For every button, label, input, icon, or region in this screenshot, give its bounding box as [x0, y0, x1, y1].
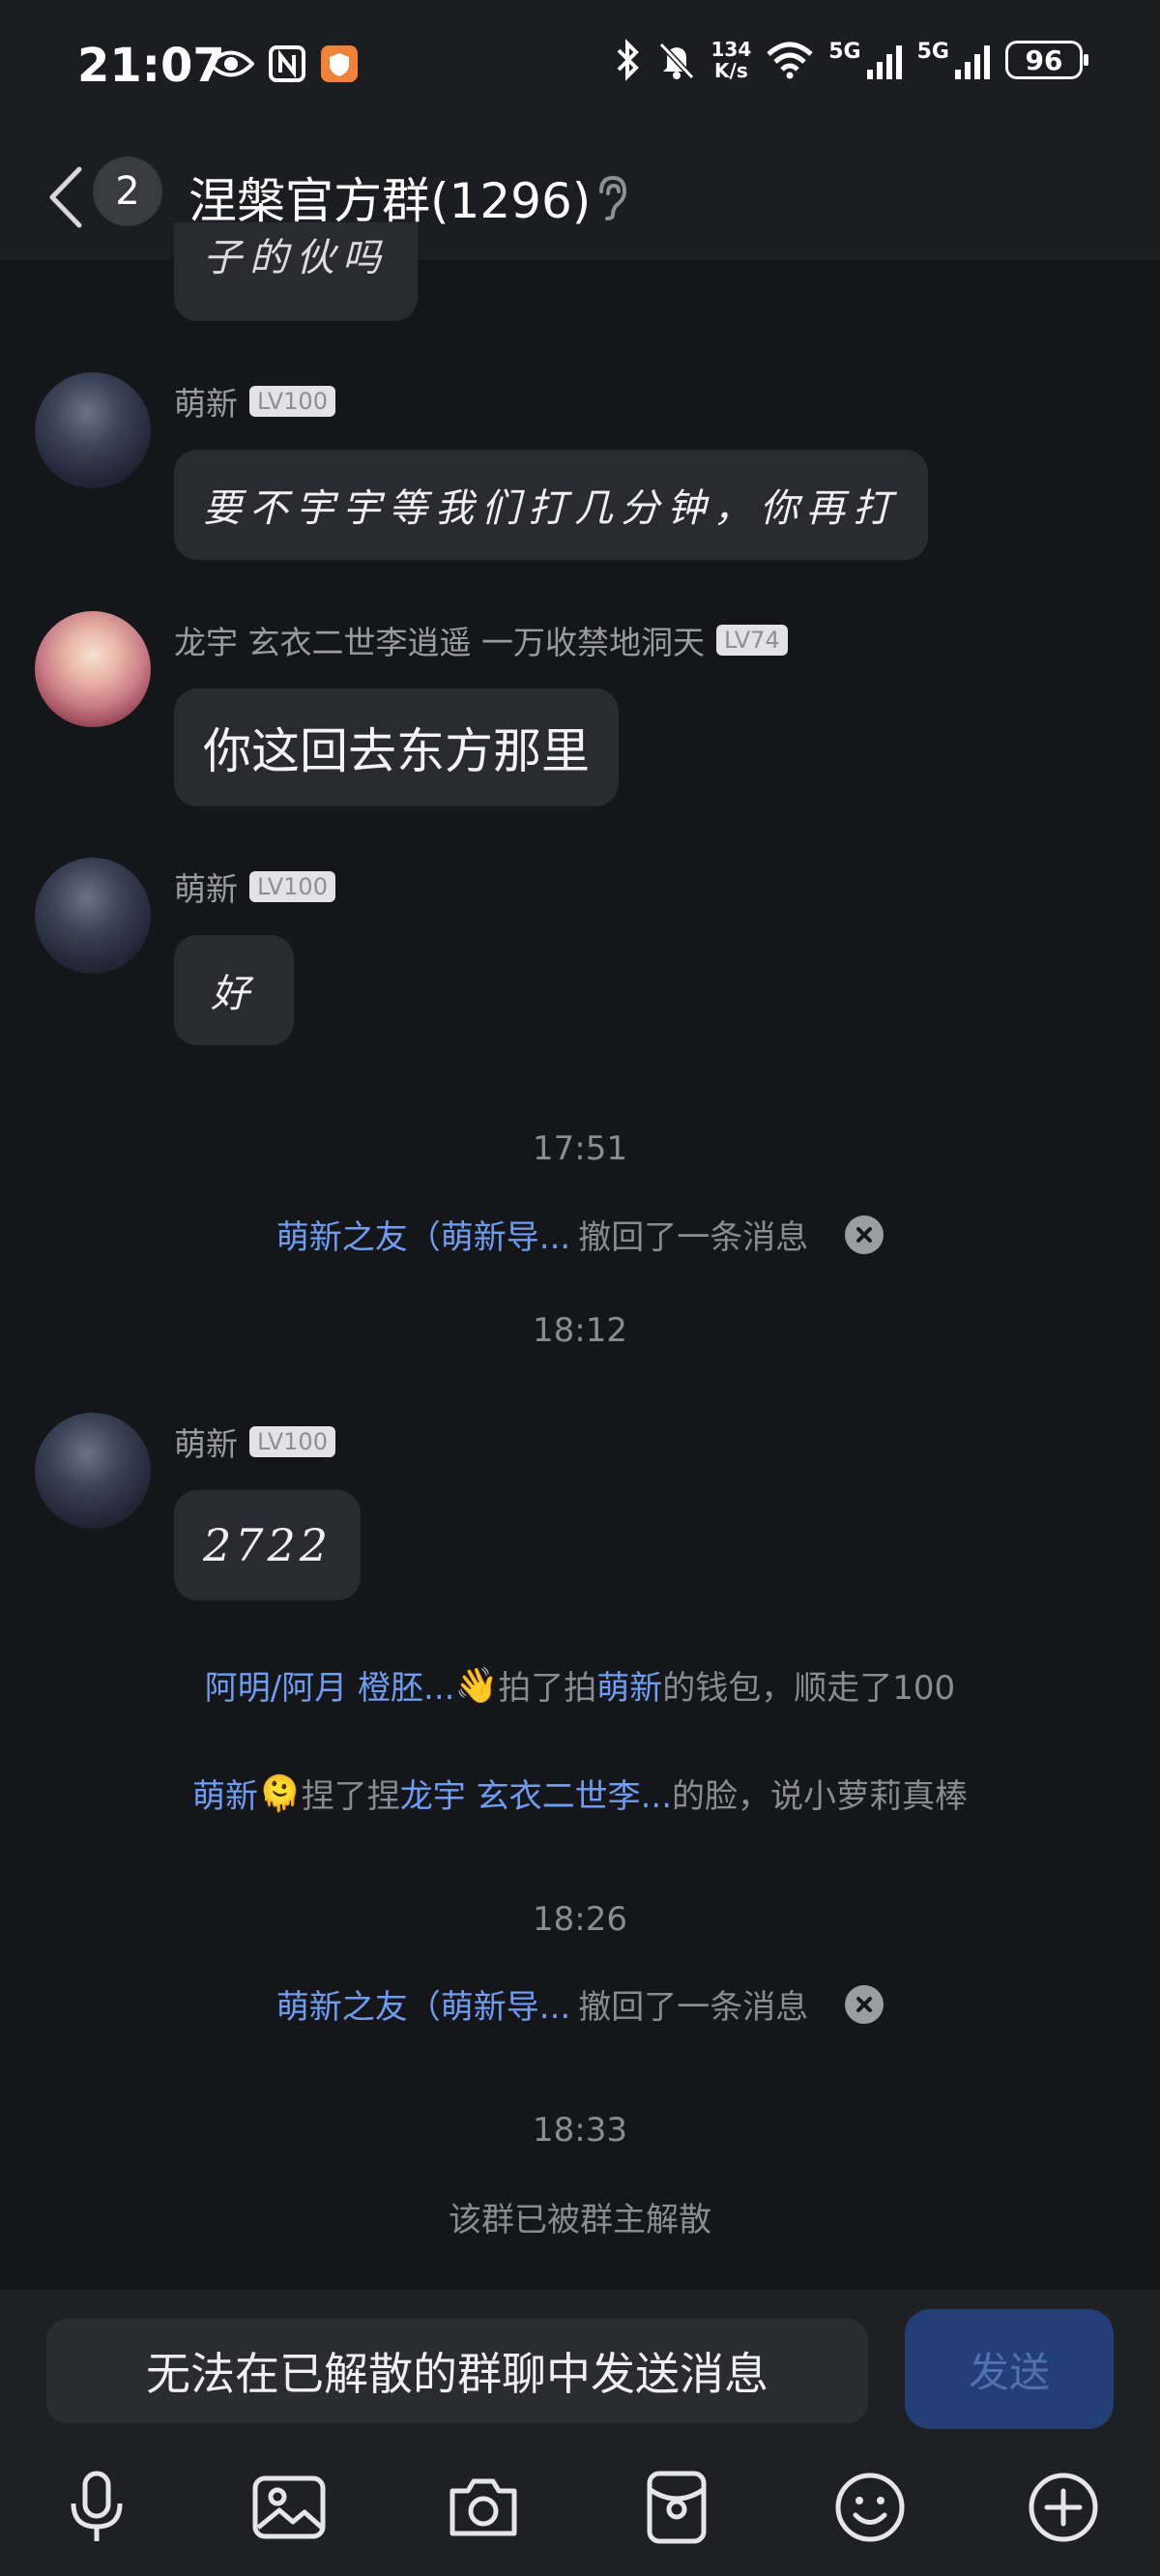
camera-button[interactable] — [440, 2464, 527, 2551]
shield-app-icon — [321, 45, 358, 82]
close-icon — [856, 1996, 873, 2012]
level-badge: LV100 — [249, 871, 335, 902]
message-sender: 萌新 LV100 — [174, 378, 335, 424]
chevron-left-icon — [49, 166, 82, 228]
message-bubble[interactable]: 你这回去东方那里 — [174, 688, 619, 806]
pat-actor-link[interactable]: 阿明/阿月 橙胚... — [205, 1661, 455, 1709]
disband-notice: 该群已被群主解散 — [449, 2201, 711, 2239]
avatar[interactable] — [35, 1413, 151, 1529]
signal-1-label: 5G — [828, 39, 861, 64]
pinch-actor-link[interactable]: 萌新 — [192, 1770, 258, 1817]
avatar[interactable] — [35, 611, 151, 727]
message-bubble-partial[interactable]: 子的伙吗 — [174, 222, 418, 321]
wave-hand-icon: 👋 — [454, 1665, 499, 1706]
unread-count-badge: 2 — [93, 157, 162, 226]
wifi-icon — [767, 42, 813, 79]
dismiss-button[interactable] — [845, 1984, 884, 2024]
message-sender: 萌新 LV100 — [174, 864, 335, 910]
timestamp: 18:12 — [533, 1311, 627, 1350]
sender-name[interactable]: 萌新 — [174, 378, 238, 424]
camera-icon — [450, 2478, 517, 2536]
close-icon — [856, 1226, 873, 1243]
recall-user-link[interactable]: 萌新之友（萌新导... — [276, 1211, 570, 1258]
photo-button[interactable] — [246, 2464, 333, 2551]
cell-signal-2: 5G — [917, 40, 992, 81]
face-emoji-icon: 🫠 — [257, 1773, 302, 1814]
recall-user-link[interactable]: 萌新之友（萌新导... — [276, 1980, 570, 2028]
pat-rest-text: 的钱包，顺走了100 — [662, 1669, 956, 1708]
message-text: 好 — [211, 972, 257, 1016]
pinch-rest-text: 的脸，说小萝莉真棒 — [672, 1777, 969, 1816]
recall-action-text: 撤回了一条消息 — [578, 1988, 809, 2027]
sender-name[interactable]: 萌新 — [174, 864, 238, 910]
signal-bars-icon — [955, 44, 990, 79]
message-sender: 龙宇 玄衣二世李逍遥 一万收禁地洞天 LV74 — [174, 617, 788, 663]
status-right-icons: 134 K/s 5G 5G 96 — [613, 39, 1088, 81]
emoji-button[interactable] — [826, 2464, 914, 2551]
bluetooth-icon — [617, 39, 639, 81]
battery-indicator: 96 — [1005, 41, 1088, 79]
message-input[interactable]: 无法在已解散的群聊中发送消息 — [46, 2319, 868, 2423]
message-text: 你这回去东方那里 — [203, 723, 590, 779]
red-packet-button[interactable] — [633, 2464, 720, 2551]
recall-notice: 萌新之友（萌新导... 撤回了一条消息 — [0, 1211, 1160, 1258]
network-speed: 134 K/s — [711, 39, 752, 81]
ear-icon[interactable] — [592, 174, 630, 220]
more-button[interactable] — [1020, 2464, 1107, 2551]
message-text: 2722 — [203, 1519, 333, 1571]
timestamp: 17:51 — [533, 1129, 627, 1168]
level-badge: LV100 — [249, 1426, 335, 1457]
mute-bell-icon — [658, 42, 694, 80]
input-area: 无法在已解散的群聊中发送消息 发送 — [0, 2290, 1160, 2576]
message-sender: 萌新 LV100 — [174, 1419, 335, 1465]
pat-target-link[interactable]: 萌新 — [596, 1661, 662, 1709]
status-bar: 21:07 134 K/s 5G 5G 96 — [0, 0, 1160, 135]
signal-bars-icon — [866, 44, 902, 79]
clock: 21:07 — [77, 39, 225, 93]
pinch-verb: 捏了捏 — [301, 1777, 400, 1816]
network-speed-value: 134 — [710, 38, 752, 61]
timestamp: 18:33 — [533, 2111, 627, 2150]
avatar[interactable] — [35, 372, 151, 488]
sender-name[interactable]: 龙宇 玄衣二世李逍遥 一万收禁地洞天 — [174, 617, 705, 663]
pat-notice: 阿明/阿月 橙胚... 👋 拍了拍 萌新 的钱包，顺走了100 — [0, 1661, 1160, 1709]
message-text: 要不宇宇等我们打几分钟，你再打 — [203, 486, 899, 531]
recall-notice: 萌新之友（萌新导... 撤回了一条消息 — [0, 1980, 1160, 2028]
signal-2-label: 5G — [916, 39, 949, 64]
recall-action-text: 撤回了一条消息 — [578, 1218, 809, 1257]
message-bubble[interactable]: 好 — [174, 935, 294, 1045]
pinch-notice: 萌新 🫠 捏了捏 龙宇 玄衣二世李... 的脸，说小萝莉真棒 — [0, 1770, 1160, 1817]
plus-icon — [1029, 2473, 1098, 2542]
image-icon — [252, 2475, 326, 2539]
send-button[interactable]: 发送 — [905, 2309, 1114, 2429]
message-bubble[interactable]: 2722 — [174, 1490, 362, 1600]
level-badge: LV100 — [249, 386, 335, 417]
message-bubble[interactable]: 要不宇宇等我们打几分钟，你再打 — [174, 450, 928, 560]
red-packet-icon — [647, 2471, 707, 2544]
eye-icon — [208, 50, 254, 77]
microphone-icon — [71, 2471, 123, 2541]
nfc-icon — [269, 45, 305, 82]
emoji-icon — [835, 2473, 905, 2542]
back-button[interactable] — [37, 159, 95, 236]
voice-button[interactable] — [53, 2464, 140, 2551]
timestamp: 18:26 — [533, 1900, 627, 1939]
pinch-target-link[interactable]: 龙宇 玄衣二世李... — [400, 1770, 672, 1817]
dismiss-button[interactable] — [845, 1215, 884, 1254]
sender-name[interactable]: 萌新 — [174, 1419, 238, 1465]
status-left-icons — [208, 44, 359, 83]
avatar[interactable] — [35, 858, 151, 974]
pat-verb: 拍了拍 — [498, 1669, 597, 1708]
message-text: 子的伙吗 — [203, 236, 389, 280]
level-badge: LV74 — [715, 625, 788, 656]
network-speed-unit: K/s — [714, 59, 748, 82]
cell-signal-1: 5G — [828, 40, 903, 81]
